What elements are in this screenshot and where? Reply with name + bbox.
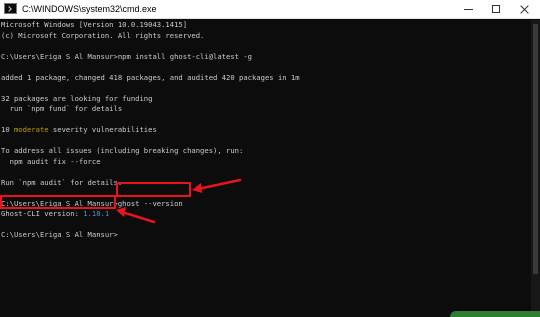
console-line: C:\Users\Eriga S Al Mansur>npm install g…: [1, 51, 252, 61]
highlight-box-version: [0, 195, 116, 209]
version-label: Ghost-CLI version:: [1, 209, 84, 218]
minimize-icon[interactable]: [456, 0, 482, 19]
cmd-icon: [4, 3, 17, 14]
arrow-icon: [192, 178, 242, 193]
arrow-icon: [116, 207, 156, 224]
severity-label: moderate: [13, 125, 49, 134]
console-line: Microsoft Windows [Version 10.0.19043.14…: [1, 20, 188, 29]
background-decoration: [450, 311, 540, 317]
console-line: added 1 package, changed 418 packages, a…: [1, 72, 300, 82]
console-line: 32 packages are looking for funding: [1, 93, 153, 103]
window-title: C:\WINDOWS\system32\cmd.exe: [22, 4, 157, 14]
title-bar[interactable]: C:\WINDOWS\system32\cmd.exe: [0, 0, 540, 19]
console-line: run `npm fund` for details: [1, 104, 123, 113]
scrollbar-thumb[interactable]: [533, 24, 538, 274]
console-line-vulnerabilities: 10 moderate severity vulnerabilities: [1, 125, 528, 136]
console-output[interactable]: Microsoft Windows [Version 10.0.19043.14…: [0, 20, 528, 317]
close-icon[interactable]: [512, 0, 538, 19]
console-prompt[interactable]: C:\Users\Eriga S Al Mansur>: [1, 230, 528, 241]
maximize-icon[interactable]: [484, 0, 510, 19]
cmd-window: C:\WINDOWS\system32\cmd.exe Microsoft Wi…: [0, 0, 540, 317]
console-line: npm audit fix --force: [1, 156, 101, 166]
vertical-scrollbar[interactable]: [531, 20, 540, 317]
console-line: To address all issues (including breakin…: [1, 146, 244, 155]
console-line: Run `npm audit` for details.: [1, 177, 123, 187]
console-line-ghost-version: Ghost-CLI version: 1.18.1: [1, 209, 528, 220]
vuln-count-text: 10: [1, 125, 14, 134]
highlight-box-command: [116, 182, 191, 197]
console-line: (c) Microsoft Corporation. All rights re…: [1, 30, 205, 40]
version-number: 1.18.1: [83, 209, 110, 218]
vuln-suffix-text: severity vulnerabilities: [48, 125, 157, 134]
